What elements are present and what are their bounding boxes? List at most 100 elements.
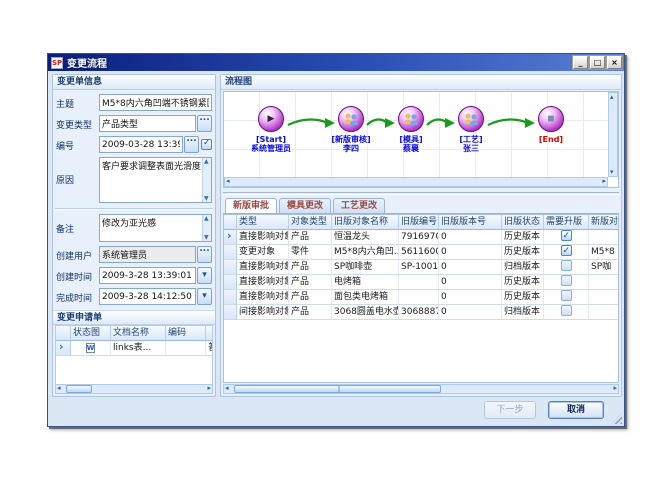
end-node-icon: ◼ (538, 106, 564, 132)
scrollbar-thumb[interactable] (234, 385, 441, 393)
users-node-icon (458, 106, 484, 132)
upgrade-checkbox[interactable] (561, 245, 572, 256)
row-selector-arrow (56, 341, 71, 356)
app-icon: SP (51, 57, 63, 69)
upgrade-column-header[interactable]: 需要升版 (544, 215, 589, 230)
objtype-column-header[interactable]: 对象类型 (289, 215, 332, 230)
table-row[interactable]: 直接影响对象 产品 恒温龙头 791697C 0 历史版本 (224, 230, 618, 245)
code-cell (166, 341, 206, 356)
oldstatus-column-header[interactable]: 旧版状态 (502, 215, 544, 230)
upgrade-checkbox[interactable] (561, 260, 572, 271)
upgrade-checkbox[interactable] (561, 305, 572, 316)
tab-new-version-approval[interactable]: 新版审批 (225, 198, 277, 213)
number-row: 编号 (56, 136, 212, 153)
subject-label: 主题 (56, 95, 99, 110)
flow-hscrollbar[interactable] (224, 177, 608, 187)
subject-input[interactable] (99, 94, 212, 111)
node-label: [End] (539, 135, 563, 144)
next-button[interactable]: 下一步 (484, 401, 536, 419)
doc-type-cell: 普通 (206, 341, 213, 356)
type-column-header[interactable]: 类型 (237, 215, 289, 230)
flow-canvas: ▶ [Start] 系统管理员 (224, 92, 608, 177)
change-type-ellipsis-button[interactable] (197, 115, 212, 132)
splitter[interactable] (223, 192, 619, 195)
subject-row: 主题 (56, 94, 212, 111)
request-table-row[interactable]: W links表... 普通 (56, 341, 212, 356)
row-selector (224, 245, 237, 260)
divider (55, 208, 213, 210)
tab-mold-change[interactable]: 模具更改 (279, 198, 331, 213)
change-info-panel: 变更单信息 主题 变更类型 编号 (52, 74, 216, 397)
create-time-input[interactable] (99, 267, 196, 284)
creator-input[interactable] (99, 246, 196, 263)
row-selector-header (56, 326, 71, 341)
table-row[interactable]: 变更对象 零件 M5*8内六角凹... 5611600 0 历史版本 M5*8 (224, 245, 618, 260)
row-selector (224, 260, 237, 275)
row-selector (224, 275, 237, 290)
minimize-button[interactable]: _ (573, 56, 588, 69)
change-request-grid: 状态图 文档名称 编码 W links表... 普通 (55, 325, 213, 387)
change-info-header: 变更单信息 (53, 75, 215, 90)
reason-scrollbar[interactable] (202, 158, 211, 202)
table-row[interactable]: 直接影响对象 产品 面包类电烤箱 0 历史版本 (224, 290, 618, 305)
resize-grip-icon[interactable] (611, 413, 622, 424)
doc-name-column-header[interactable]: 文档名称 (111, 326, 166, 341)
remark-row: 备注 修改为亚光感 (56, 214, 212, 242)
close-button[interactable]: × (607, 56, 622, 69)
finish-time-input[interactable] (99, 288, 196, 305)
doc-name-cell: links表... (111, 341, 166, 356)
node-user: 系统管理员 (251, 144, 291, 153)
reason-label: 原因 (56, 157, 99, 186)
dialog-body: 变更单信息 主题 变更类型 编号 (48, 71, 624, 426)
remark-label: 备注 (56, 214, 99, 235)
table-row[interactable]: 直接影响对象 产品 SP咖啡壶 SP-1001 0 归档版本 SP咖 (224, 260, 618, 275)
reason-textarea[interactable]: 客户要求调整表面光滑度 (100, 158, 211, 202)
users-node-icon (398, 106, 424, 132)
table-row[interactable]: 直接影响对象 产品 电烤箱 0 历史版本 (224, 275, 618, 290)
node-label: [新版审核] (331, 135, 370, 144)
change-type-row: 变更类型 (56, 115, 212, 132)
creator-ellipsis-button[interactable] (197, 246, 212, 263)
word-document-icon: W (86, 343, 96, 353)
users-node-icon (338, 106, 364, 132)
oldver-column-header[interactable]: 旧版版本号 (439, 215, 502, 230)
finish-time-dropdown-button[interactable] (197, 288, 212, 305)
grid-hscrollbar[interactable] (223, 384, 619, 394)
node-user: 李四 (343, 144, 359, 153)
change-type-label: 变更类型 (56, 116, 99, 131)
remark-textarea[interactable]: 修改为亚光感 (100, 215, 211, 241)
oldcode-column-header[interactable]: 旧版编号 (399, 215, 439, 230)
table-row[interactable]: 间接影响对象 产品 3068圆盖电水壶 3068887 0 归档版本 (224, 305, 618, 320)
tab-craft-change[interactable]: 工艺更改 (333, 198, 385, 213)
code-column-header[interactable]: 编码 (166, 326, 206, 341)
upgrade-checkbox[interactable] (561, 275, 572, 286)
change-process-window: SP 变更流程 _ □ × 变更单信息 主题 变更类型 编号 (47, 53, 625, 427)
flow-diagram: ▶ [Start] 系统管理员 (223, 91, 619, 188)
request-grid-header: 状态图 文档名称 编码 (56, 326, 212, 341)
maximize-button[interactable]: □ (590, 56, 605, 69)
number-checkbox[interactable] (201, 139, 212, 150)
number-input[interactable] (99, 136, 183, 153)
create-time-dropdown-button[interactable] (197, 267, 212, 284)
flow-vscrollbar[interactable] (608, 92, 618, 177)
scrollbar-thumb[interactable] (66, 385, 92, 393)
flow-diagram-header: 流程图 (221, 75, 621, 90)
upgrade-checkbox[interactable] (561, 230, 572, 241)
titlebar[interactable]: SP 变更流程 _ □ × (48, 54, 624, 71)
oldname-column-header[interactable]: 旧版对象名称 (332, 215, 399, 230)
change-type-input[interactable] (99, 115, 196, 132)
node-label: [工艺] (459, 135, 482, 144)
number-ellipsis-button[interactable] (184, 136, 199, 153)
extra-column-header[interactable] (206, 326, 213, 341)
request-grid-hscrollbar[interactable] (55, 384, 213, 394)
start-node-icon: ▶ (258, 106, 284, 132)
status-icon-column-header[interactable]: 状态图 (71, 326, 111, 341)
flow-node-end[interactable]: ◼ [End] (515, 106, 587, 144)
row-selector (224, 305, 237, 320)
newname-column-header[interactable]: 新版对象 (589, 215, 619, 230)
remark-scrollbar[interactable] (202, 215, 211, 241)
tabstrip: 新版审批 模具更改 工艺更改 (223, 198, 619, 214)
node-user: 张三 (463, 144, 479, 153)
cancel-button[interactable]: 取消 (548, 401, 604, 419)
upgrade-checkbox[interactable] (561, 290, 572, 301)
